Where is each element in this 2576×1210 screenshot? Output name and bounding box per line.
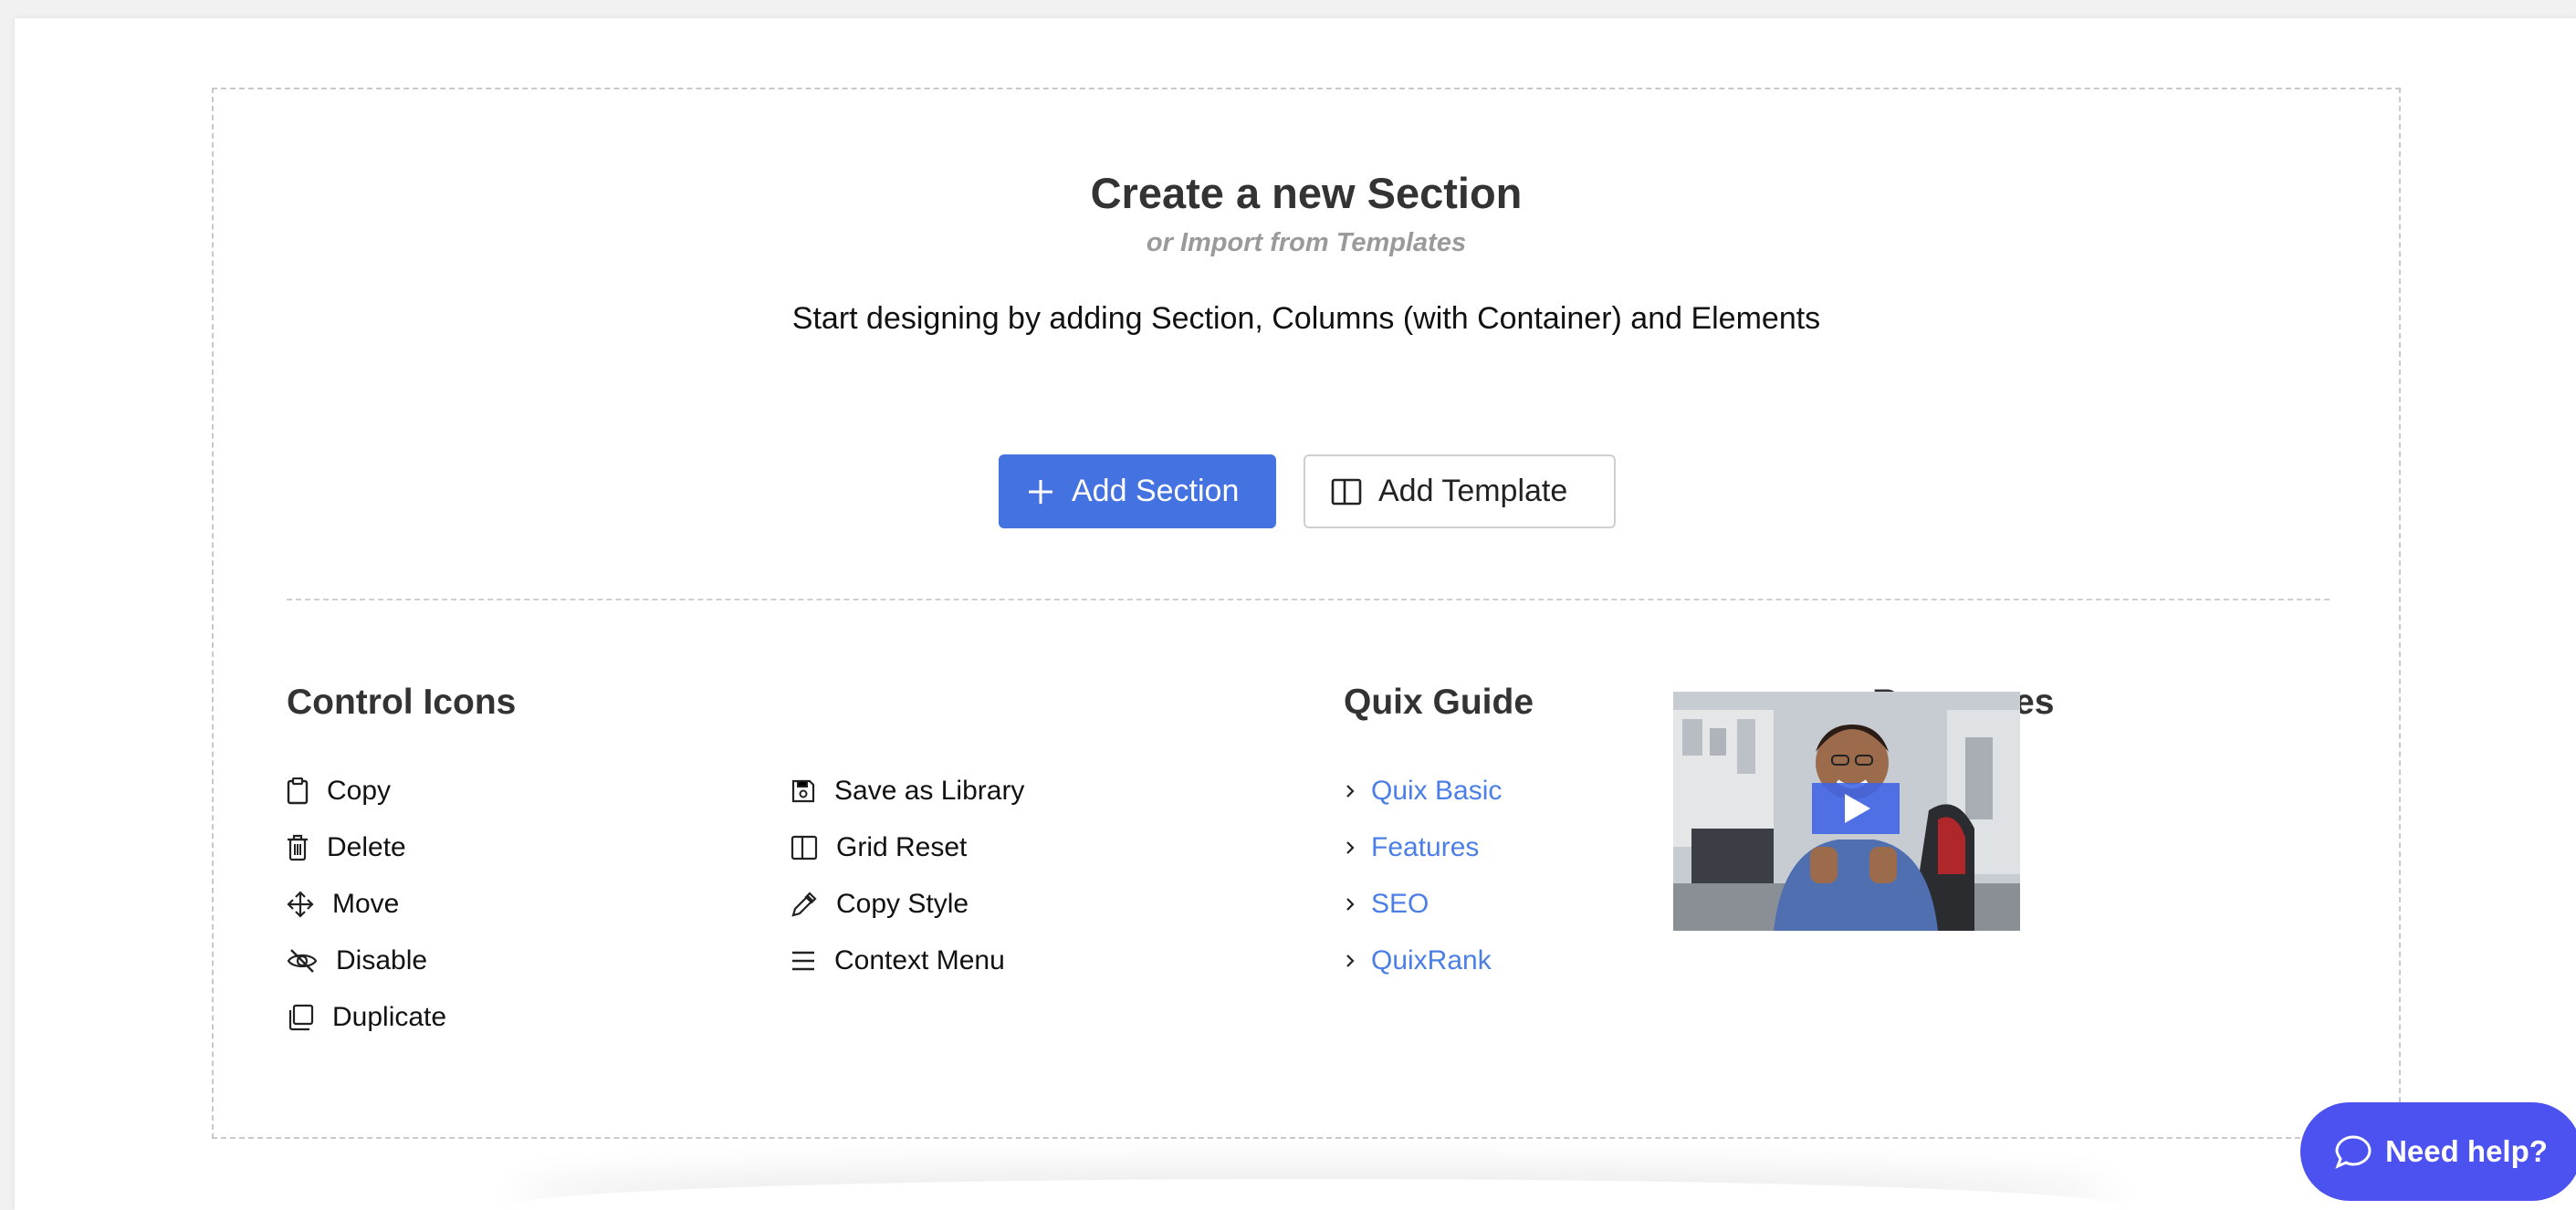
guide-link-quixrank[interactable]: QuixRank (1344, 933, 1502, 989)
list-item: Save as Library (791, 763, 1024, 819)
control-icons-heading: Control Icons (287, 683, 517, 722)
resource-video-thumbnail[interactable] (1673, 692, 2020, 931)
eyedropper-icon (791, 892, 817, 917)
guide-link-quix-basic[interactable]: Quix Basic (1344, 763, 1502, 819)
eye-off-icon (287, 949, 318, 973)
chevron-right-icon (1346, 898, 1355, 911)
add-section-label: Add Section (1072, 474, 1240, 508)
list-item: Disable (287, 933, 446, 989)
save-icon (791, 779, 815, 803)
guide-link-features[interactable]: Features (1344, 819, 1502, 876)
list-item: Copy (287, 763, 446, 819)
chat-bubble-icon (2335, 1135, 2372, 1169)
need-help-label: Need help? (2385, 1134, 2548, 1168)
plus-icon (1029, 479, 1052, 504)
menu-icon (792, 951, 814, 971)
duplicate-icon (288, 1004, 314, 1031)
chevron-right-icon (1346, 954, 1355, 967)
quix-guide-links: Quix Basic Features SEO QuixRank (1344, 763, 1502, 989)
clipboard-icon (287, 777, 309, 805)
control-icons-list-left: Copy Delete Move Disable Duplicate (287, 763, 446, 1046)
list-item: Delete (287, 819, 446, 876)
chevron-right-icon (1346, 785, 1355, 798)
chevron-right-icon (1346, 841, 1355, 854)
page-title: Create a new Section (1090, 169, 1523, 217)
page-canvas: Create a new Section or Import from Temp… (15, 18, 2576, 1210)
guide-link-seo[interactable]: SEO (1344, 876, 1502, 933)
section-divider (287, 599, 2330, 600)
quix-guide-heading: Quix Guide (1344, 683, 1534, 722)
list-item: Move (287, 876, 446, 933)
control-icons-list-right: Save as Library Grid Reset Copy Style Co… (791, 763, 1024, 989)
video-thumbnail-image (1673, 692, 2020, 931)
columns-icon (791, 835, 818, 861)
list-item: Duplicate (287, 989, 446, 1046)
template-icon (1331, 478, 1362, 505)
add-section-button[interactable]: Add Section (999, 454, 1276, 528)
move-icon (287, 891, 314, 918)
list-item: Grid Reset (791, 819, 1024, 876)
import-templates-subtitle[interactable]: or Import from Templates (214, 228, 2399, 258)
need-help-button[interactable]: Need help? (2300, 1102, 2576, 1201)
add-template-button[interactable]: Add Template (1304, 454, 1616, 528)
add-template-label: Add Template (1378, 474, 1568, 508)
list-item: Context Menu (791, 933, 1024, 989)
list-item: Copy Style (791, 876, 1024, 933)
instructions-text: Start designing by adding Section, Colum… (791, 301, 1821, 336)
trash-icon (288, 834, 308, 861)
section-dropzone: Create a new Section or Import from Temp… (212, 88, 2401, 1139)
